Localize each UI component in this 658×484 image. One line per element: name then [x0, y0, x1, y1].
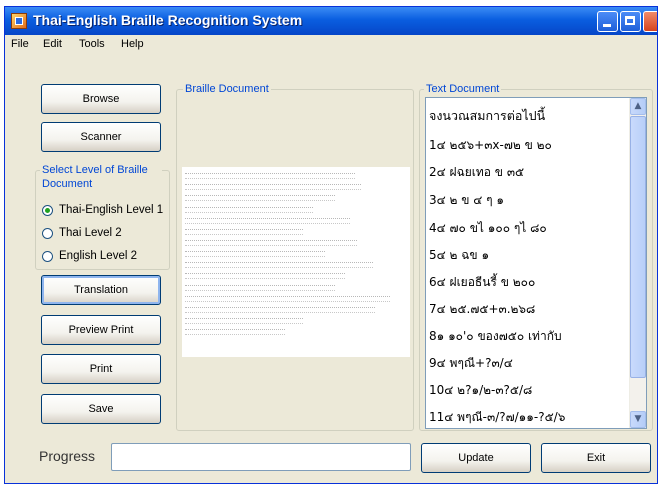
radio-thai-level-2[interactable]: Thai Level 2 [42, 227, 122, 239]
minimize-button[interactable] [597, 11, 618, 32]
scroll-up-icon[interactable]: ▲ [630, 98, 646, 115]
text-line: 1๔ ๒๕๖+๓x-๗๒ ข ๒๐ [429, 138, 552, 152]
text-line: 7๔ ๒๕.๗๕+๓.๒๖๘ [429, 302, 536, 316]
close-button[interactable] [643, 11, 657, 32]
level-group: Select Level of Braille Document Thai-En… [35, 163, 170, 270]
radio-thai-english-level-1[interactable]: Thai-English Level 1 [42, 204, 163, 216]
menu-tools[interactable]: Tools [79, 38, 105, 50]
save-button[interactable]: Save [41, 394, 161, 424]
menu-bar: File Edit Tools Help [5, 35, 657, 54]
text-line: 2๔ ฝฉยเทอ ข ๓๕ [429, 165, 525, 179]
radio-button[interactable] [42, 204, 53, 216]
window-title: Thai-English Braille Recognition System [33, 12, 303, 28]
scanner-button[interactable]: Scanner [41, 122, 161, 152]
text-scrollbar[interactable]: ▲ ▼ [629, 98, 646, 428]
scroll-down-icon[interactable]: ▼ [630, 411, 646, 428]
radio-button[interactable] [42, 250, 53, 262]
braille-image [182, 167, 410, 357]
menu-help[interactable]: Help [121, 38, 144, 50]
title-bar[interactable]: Thai-English Braille Recognition System [5, 7, 657, 35]
app-window: Thai-English Braille Recognition System … [4, 6, 658, 484]
preview-print-button[interactable]: Preview Print [41, 315, 161, 345]
text-line: 5๔ ๒ ฉข ๑ [429, 248, 490, 262]
radio-label: Thai-English Level 1 [59, 204, 164, 216]
text-line: 4๔ ๗๐ ขไ ๑๐๐ ๆไ ๘๐ [429, 221, 547, 235]
radio-label: Thai Level 2 [59, 227, 122, 239]
radio-english-level-2[interactable]: English Level 2 [42, 250, 137, 262]
maximize-button[interactable] [620, 11, 641, 32]
text-document-box[interactable]: จงนวณสมการต่อไปนี้ 1๔ ๒๕๖+๓x-๗๒ ข ๒๐ 2๔ … [425, 97, 647, 429]
text-document-legend: Text Document [424, 82, 502, 96]
menu-edit[interactable]: Edit [43, 38, 62, 50]
text-line: 10๔ ๒?๑/๒-๓?๕/๘ [429, 383, 533, 397]
radio-label: English Level 2 [59, 250, 137, 262]
scroll-thumb[interactable] [630, 116, 646, 378]
browse-button[interactable]: Browse [41, 84, 161, 114]
text-line: 8๑ ๑๐'๐ ของ๗๕๐ เท่ากับ [429, 329, 562, 343]
translation-button[interactable]: Translation [41, 275, 161, 305]
text-line: 3๔ ๒ ข ๔ ๆ ๑ [429, 193, 505, 207]
radio-button[interactable] [42, 227, 53, 239]
braille-document-legend: Braille Document [183, 82, 271, 96]
print-button[interactable]: Print [41, 354, 161, 384]
text-line: 11๔ พๆณี-๓/?๗/๑๑-?๕/๖ [429, 410, 566, 424]
update-button[interactable]: Update [421, 443, 531, 473]
text-line: 6๔ ฝเยอธีนรี้ ข ๒๐๐ [429, 275, 536, 289]
progress-field [111, 443, 411, 471]
text-line: 9๔ พๆณี+?๓/๔ [429, 356, 513, 370]
text-line: จงนวณสมการต่อไปนี้ [429, 108, 546, 123]
menu-file[interactable]: File [11, 38, 29, 50]
level-group-legend: Select Level of Braille Document [40, 163, 162, 191]
exit-button[interactable]: Exit [541, 443, 651, 473]
app-icon[interactable] [11, 13, 27, 29]
progress-label: Progress [39, 448, 96, 464]
